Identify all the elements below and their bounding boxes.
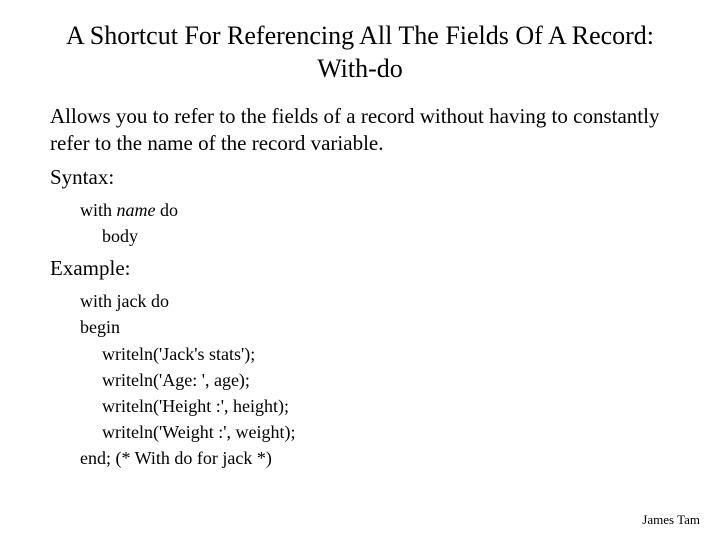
example-heading: Example:	[50, 255, 670, 282]
syntax-name-placeholder: name	[117, 200, 156, 220]
syntax-block: with name do body	[50, 197, 670, 249]
example-line-7: end; (* With do for jack *)	[80, 445, 670, 471]
slide-title: A Shortcut For Referencing All The Field…	[50, 20, 670, 85]
example-line-2: begin	[80, 314, 670, 340]
author-footer: James Tam	[642, 512, 700, 528]
syntax-line-1: with name do	[80, 197, 670, 223]
example-line-4: writeln('Age: ', age);	[80, 367, 670, 393]
syntax-body: body	[80, 223, 670, 249]
example-line-5: writeln('Height :', height);	[80, 393, 670, 419]
description-text: Allows you to refer to the fields of a r…	[50, 103, 670, 158]
example-line-6: writeln('Weight :', weight);	[80, 419, 670, 445]
with-keyword: with	[80, 200, 117, 220]
example-line-3: writeln('Jack's stats');	[80, 341, 670, 367]
example-line-1: with jack do	[80, 288, 670, 314]
syntax-heading: Syntax:	[50, 164, 670, 191]
do-keyword: do	[156, 200, 179, 220]
example-block: with jack do begin writeln('Jack's stats…	[50, 288, 670, 471]
